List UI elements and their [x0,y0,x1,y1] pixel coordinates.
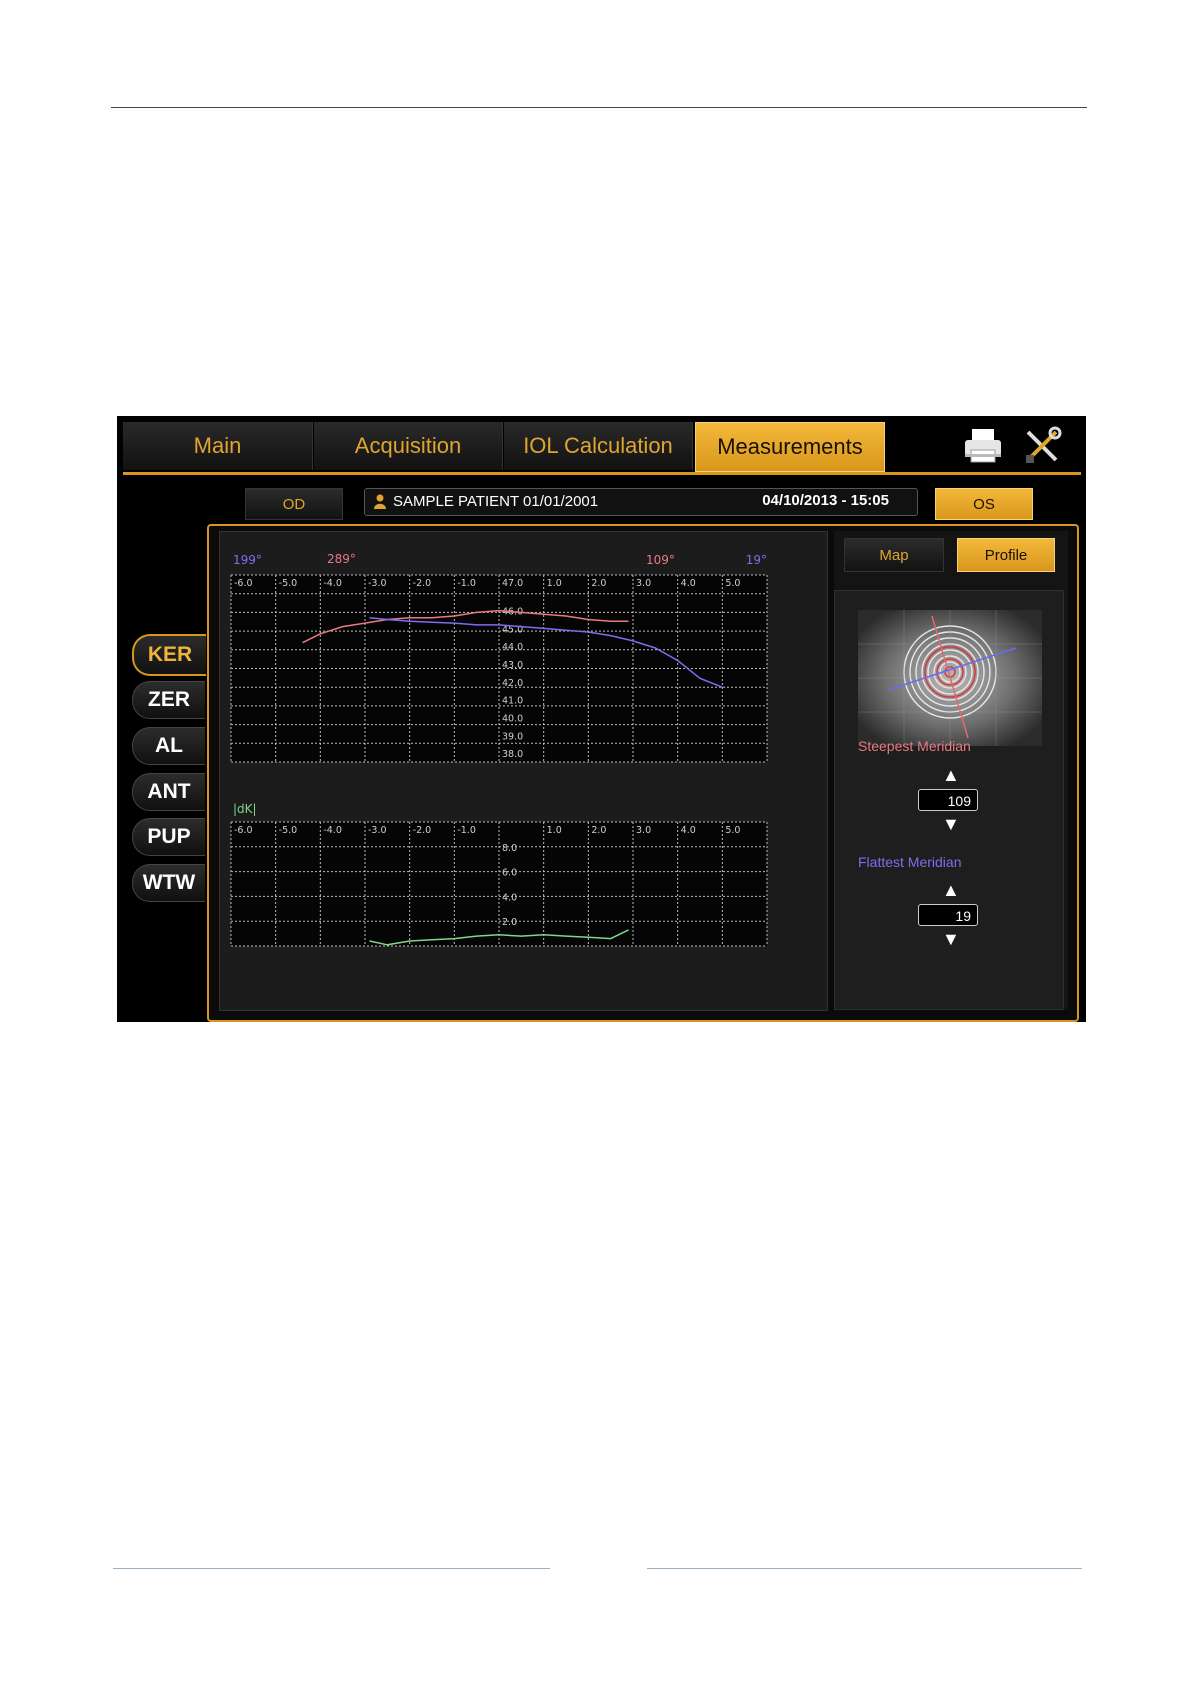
x-tick-label: 4.0 [681,825,696,836]
steepest-down-arrow-icon[interactable]: ▼ [942,814,960,835]
x-tick-label: -1.0 [457,825,476,836]
meridian-label-289: 289° [327,552,356,566]
y-tick-label: 41.0 [502,696,523,707]
x-tick-label: 1.0 [547,578,562,589]
os-button[interactable]: OS [935,488,1033,520]
page-header-rule [111,107,1087,108]
x-tick-label: -6.0 [234,825,253,836]
flattest-meridian-value[interactable]: 19 [918,904,978,926]
od-button[interactable]: OD [245,488,343,520]
patient-name: SAMPLE PATIENT 01/01/2001 [393,493,599,510]
x-tick-label: 5.0 [725,825,740,836]
side-tab-wtw[interactable]: WTW [132,864,205,902]
x-tick-label: -2.0 [413,578,432,589]
patient-icon [374,494,386,509]
x-tick-label: -2.0 [413,825,432,836]
side-tab-pup[interactable]: PUP [132,818,205,856]
steepest-meridian-label: Steepest Meridian [858,738,971,754]
meridian-label-199: 199° [233,553,262,567]
side-tab-ant[interactable]: ANT [132,773,205,811]
flattest-meridian-label: Flattest Meridian [858,854,962,870]
y-tick-label: 4.0 [502,892,517,903]
y-tick-label: 43.0 [502,660,523,671]
flattest-down-arrow-icon[interactable]: ▼ [942,929,960,950]
profile-chart-panel: 199° 289° 109° 19° -6.0 -5.0 -4.0 -3.0 -2.0 -1.0 4… [219,531,828,1011]
printer-icon[interactable] [962,426,1004,466]
x-tick-label: 2.0 [591,825,606,836]
y-tick-label: 2.0 [502,917,517,928]
app-screen: Main Acquisition IOL Calculation Measure… [117,416,1086,1022]
y-tick-label: 44.0 [502,642,523,653]
page-footer-rule-left [113,1568,550,1569]
y-tick-label: 6.0 [502,868,517,879]
tools-icon[interactable] [1022,426,1064,466]
tab-measurements[interactable]: Measurements [695,422,885,472]
flattest-up-arrow-icon[interactable]: ▲ [942,880,960,901]
x-tick-label: -6.0 [234,578,253,589]
y-tick-label: 8.0 [502,843,517,854]
tab-iol-calculation[interactable]: IOL Calculation [504,422,693,470]
y-tick-label: 42.0 [502,678,523,689]
side-tab-ker[interactable]: KER [132,634,206,676]
map-button[interactable]: Map [844,538,944,572]
x-tick-label: -3.0 [368,825,387,836]
tab-acquisition[interactable]: Acquisition [314,422,503,470]
x-tick-label: 4.0 [681,578,696,589]
x-tick-label: 3.0 [636,825,651,836]
y-tick-label: 40.0 [502,713,523,724]
x-tick-label: 3.0 [636,578,651,589]
side-tab-zer[interactable]: ZER [132,681,205,719]
meridian-label-109: 109° [646,553,675,567]
x-tick-label: 2.0 [591,578,606,589]
x-tick-label: -5.0 [279,578,298,589]
tab-main[interactable]: Main [123,422,313,470]
steepest-up-arrow-icon[interactable]: ▲ [942,765,960,786]
tab-underline [123,472,1081,475]
x-tick-label: -5.0 [279,825,298,836]
patient-bar: SAMPLE PATIENT 01/01/2001 04/10/2013 - 1… [364,488,918,516]
x-tick-label: 47.0 [502,578,523,589]
profile-button[interactable]: Profile [957,538,1055,572]
corneal-topography-image [858,610,1042,746]
y-tick-label: 38.0 [502,749,523,760]
x-tick-label: -4.0 [323,578,342,589]
y-tick-label: 39.0 [502,731,523,742]
x-tick-label: -4.0 [323,825,342,836]
page-footer-rule-right [647,1568,1082,1569]
profile-charts: 199° 289° 109° 19° -6.0 -5.0 -4.0 -3.0 -2.0 -1.0 4… [230,552,768,947]
x-tick-label: 1.0 [547,825,562,836]
x-tick-label: -3.0 [368,578,387,589]
steepest-meridian-value[interactable]: 109 [918,789,978,811]
dk-axis-label: |dK| [233,802,257,816]
meridian-label-19: 19° [746,553,767,567]
exam-datetime: 04/10/2013 - 15:05 [762,492,889,509]
side-tab-al[interactable]: AL [132,727,205,765]
x-tick-label: 5.0 [725,578,740,589]
x-tick-label: -1.0 [457,578,476,589]
